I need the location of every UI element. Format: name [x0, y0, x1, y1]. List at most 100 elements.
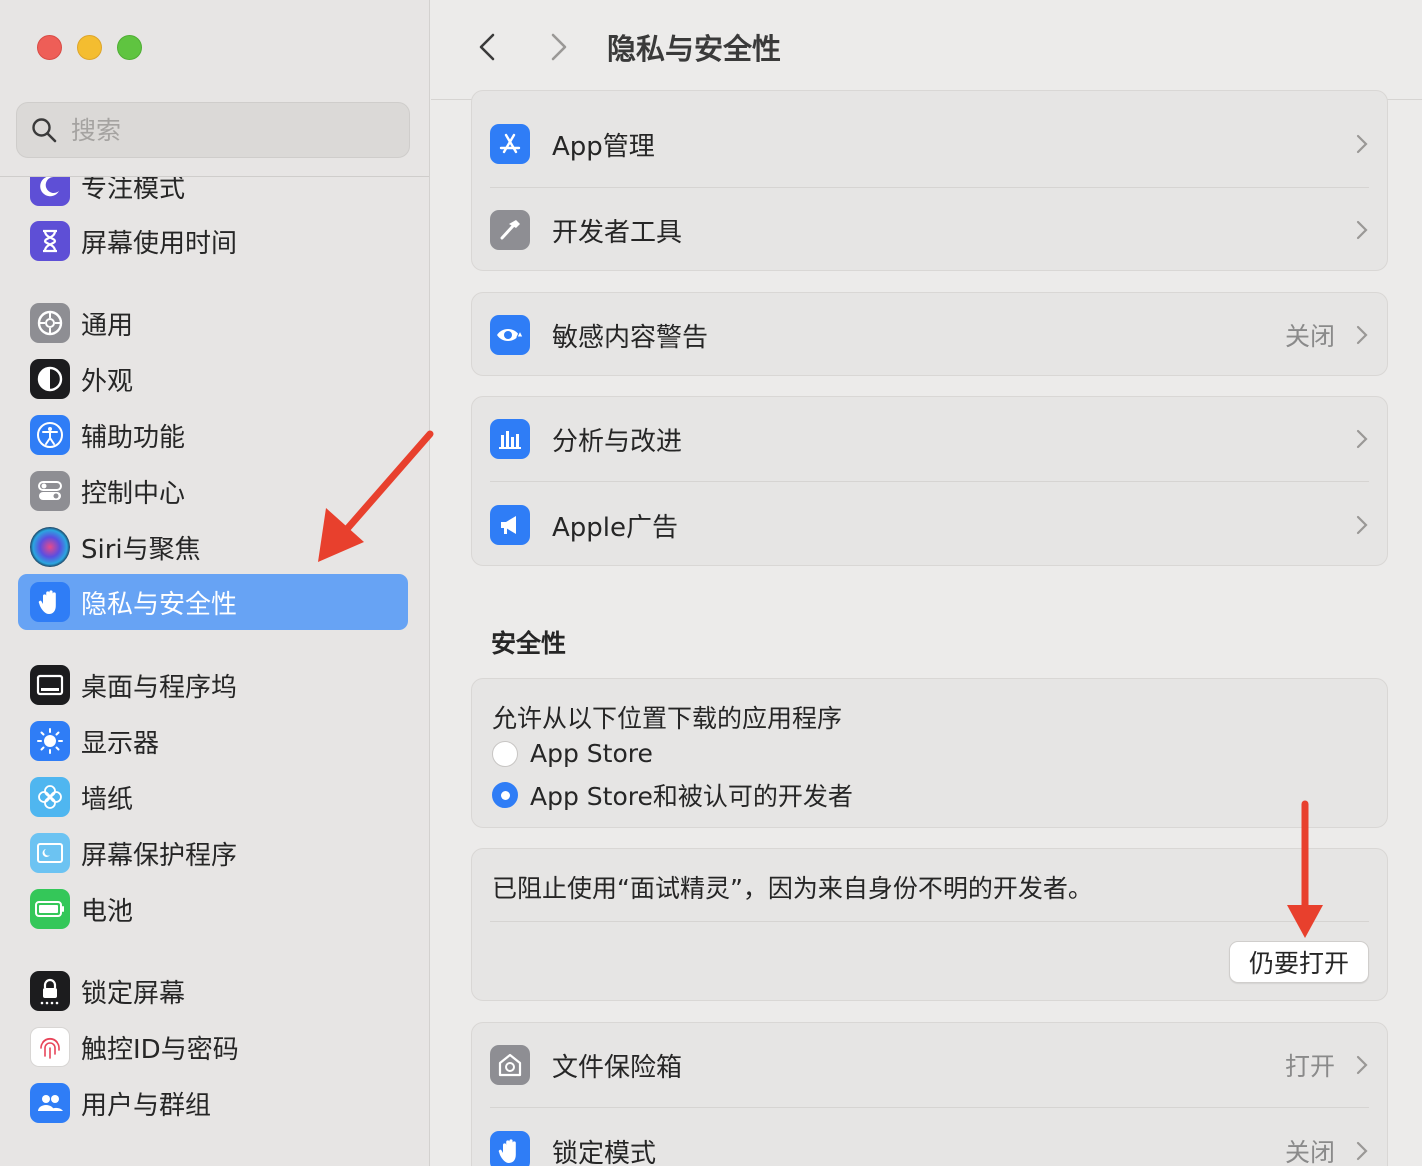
toolbar: 隐私与安全性 [431, 0, 1422, 100]
blocked-app-message: 已阻止使用“面试精灵”，因为来自身份不明的开发者。 [492, 874, 1093, 903]
sun-icon [30, 721, 70, 761]
dock-icon [30, 665, 70, 705]
sidebar-item-label: Siri与聚焦 [81, 534, 201, 565]
radio-option-app-store-identified[interactable]: App Store和被认可的开发者 [492, 777, 853, 813]
hand-icon [30, 582, 70, 622]
sidebar-item-control-center[interactable]: 控制中心 [18, 463, 408, 519]
window-controls [37, 35, 142, 60]
sidebar-item-screen-time[interactable]: 屏幕使用时间 [18, 213, 408, 269]
sidebar-item-label: 触控ID与密码 [81, 1034, 239, 1065]
zoom-window-button[interactable] [117, 35, 142, 60]
chevron-left-icon [479, 33, 495, 61]
sidebar-item-general[interactable]: 通用 [18, 295, 408, 351]
row-value: 关闭 [1284, 1138, 1335, 1166]
sidebar-item-touch-id[interactable]: 触控ID与密码 [18, 1019, 408, 1075]
sidebar-item-label: 控制中心 [81, 478, 186, 509]
sidebar-item-label: 通用 [81, 310, 134, 341]
sidebar-item-accessibility[interactable]: 辅助功能 [18, 407, 408, 463]
row-value: 关闭 [1284, 322, 1335, 351]
sidebar-item-siri[interactable]: Siri与聚焦 [18, 519, 408, 575]
battery-icon [30, 889, 70, 929]
sidebar-item-label: 用户与群组 [81, 1090, 212, 1121]
settings-group-filevault: 文件保险箱 打开 锁定模式 关闭 [471, 1022, 1388, 1166]
hammer-icon [490, 210, 530, 250]
sidebar-item-privacy-security[interactable]: 隐私与安全性 [18, 574, 408, 630]
screensaver-icon [30, 833, 70, 873]
sidebar-item-label: 电池 [81, 896, 134, 927]
radio-button[interactable] [492, 782, 518, 808]
chevron-right-icon [1356, 220, 1368, 240]
main-pane: 隐私与安全性 App管理 开发者工具 敏感内容警告 关闭 分析与改进 Apple… [431, 0, 1422, 1166]
toggle-icon [30, 471, 70, 511]
eye-warning-icon [490, 315, 530, 355]
row-analytics[interactable]: 分析与改进 [472, 396, 1387, 482]
sidebar-item-label: 隐私与安全性 [81, 589, 238, 620]
row-value: 打开 [1284, 1052, 1335, 1081]
sidebar-item-label: 屏幕使用时间 [81, 228, 238, 259]
row-label: 分析与改进 [552, 426, 683, 457]
moon-icon [30, 177, 70, 206]
users-icon [30, 1083, 70, 1123]
radio-label: App Store和被认可的开发者 [530, 782, 853, 811]
fingerprint-icon [30, 1027, 70, 1067]
gear-icon [30, 303, 70, 343]
radio-label: App Store [530, 739, 653, 768]
sidebar-list: 专注模式 屏幕使用时间 通用 外观 辅助功能 控制中心 Siri与聚焦 隐私与安… [0, 177, 429, 1166]
sidebar-item-label: 锁定屏幕 [81, 978, 186, 1009]
radio-button[interactable] [492, 740, 518, 767]
siri-icon [30, 527, 70, 567]
sidebar-item-displays[interactable]: 显示器 [18, 713, 408, 769]
row-sensitive-content-warning[interactable]: 敏感内容警告 关闭 [472, 292, 1387, 378]
sidebar-item-wallpaper[interactable]: 墙纸 [18, 769, 408, 825]
app-store-icon [490, 124, 530, 164]
sidebar-item-label: 桌面与程序坞 [81, 672, 238, 703]
search-input[interactable] [71, 115, 371, 145]
row-apple-advertising[interactable]: Apple广告 [472, 482, 1387, 568]
chevron-right-icon [1356, 1055, 1368, 1075]
sidebar-item-battery[interactable]: 电池 [18, 881, 408, 937]
chevron-right-icon [1356, 429, 1368, 449]
settings-group-analytics: 分析与改进 Apple广告 [471, 396, 1388, 566]
settings-group-apps: App管理 开发者工具 [471, 90, 1388, 271]
page-title: 隐私与安全性 [607, 32, 782, 66]
row-label: 文件保险箱 [552, 1052, 683, 1083]
allow-downloads-label: 允许从以下位置下载的应用程序 [492, 704, 843, 733]
sidebar: 专注模式 屏幕使用时间 通用 外观 辅助功能 [0, 0, 430, 1166]
security-download-group: 允许从以下位置下载的应用程序 App Store App Store和被认可的开… [471, 678, 1388, 828]
row-filevault[interactable]: 文件保险箱 打开 [472, 1022, 1387, 1108]
settings-group-sensitive: 敏感内容警告 关闭 [471, 292, 1388, 376]
row-developer-tools[interactable]: 开发者工具 [472, 187, 1387, 273]
accessibility-icon [30, 415, 70, 455]
back-button[interactable] [467, 27, 507, 67]
chevron-right-icon [1356, 325, 1368, 345]
row-label: 开发者工具 [552, 217, 683, 248]
sidebar-item-label: 专注模式 [81, 177, 186, 204]
row-app-management[interactable]: App管理 [472, 101, 1387, 187]
minimize-window-button[interactable] [77, 35, 102, 60]
row-label: Apple广告 [552, 512, 679, 543]
open-anyway-button[interactable]: 仍要打开 [1229, 941, 1369, 983]
hand-icon [490, 1131, 530, 1166]
sidebar-item-lock-screen[interactable]: 锁定屏幕 [18, 963, 408, 1019]
row-label: App管理 [552, 131, 655, 162]
sidebar-item-label: 外观 [81, 366, 134, 397]
sidebar-item-label: 显示器 [81, 728, 160, 759]
radio-option-app-store[interactable]: App Store [492, 739, 653, 768]
chart-icon [490, 419, 530, 459]
sidebar-item-label: 辅助功能 [81, 422, 186, 453]
search-icon [32, 118, 57, 143]
search-field[interactable] [16, 102, 410, 158]
row-lockdown-mode[interactable]: 锁定模式 关闭 [472, 1108, 1387, 1166]
sidebar-item-users-groups[interactable]: 用户与群组 [18, 1075, 408, 1131]
close-window-button[interactable] [37, 35, 62, 60]
sidebar-item-appearance[interactable]: 外观 [18, 351, 408, 407]
sidebar-item-screensaver[interactable]: 屏幕保护程序 [18, 825, 408, 881]
sidebar-item-desktop-dock[interactable]: 桌面与程序坞 [18, 657, 408, 713]
flower-icon [30, 777, 70, 817]
row-label: 锁定模式 [552, 1138, 657, 1166]
chevron-right-icon [1356, 1141, 1368, 1161]
section-title-security: 安全性 [491, 629, 567, 658]
forward-button[interactable] [539, 27, 579, 67]
sidebar-item-focus[interactable]: 专注模式 [18, 177, 408, 214]
chevron-right-icon [551, 33, 567, 61]
